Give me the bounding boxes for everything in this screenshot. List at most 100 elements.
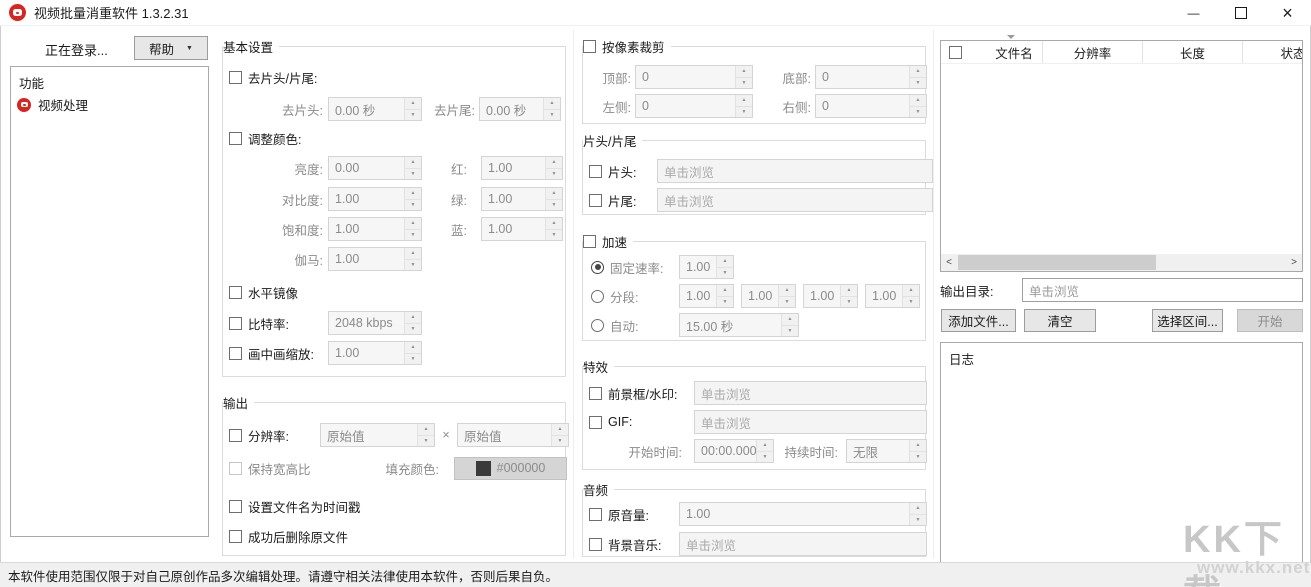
spin-down-icon[interactable]: ▼ <box>405 260 421 271</box>
scroll-right-icon[interactable]: > <box>1286 254 1302 271</box>
spin-up-icon[interactable]: ▲ <box>546 188 562 200</box>
spin-up-icon[interactable]: ▲ <box>717 256 733 268</box>
delete-original-checkbox[interactable] <box>229 530 242 543</box>
gif-browse-field[interactable]: 单击浏览 <box>694 410 927 434</box>
gamma-spinner[interactable]: 1.00▲▼ <box>328 247 422 271</box>
output-dir-input[interactable]: 单击浏览 <box>1022 278 1303 302</box>
gif-duration-spinner[interactable]: 无限▲▼ <box>846 439 927 463</box>
intro-head-browse-field[interactable]: 单击浏览 <box>657 159 933 183</box>
crop-right-spinner[interactable]: 0▲▼ <box>815 94 927 118</box>
spin-down-icon[interactable]: ▼ <box>546 200 562 211</box>
segment-spinner-2[interactable]: 1.00▲▼ <box>741 284 796 308</box>
spin-up-icon[interactable]: ▲ <box>757 440 773 452</box>
spin-up-icon[interactable]: ▲ <box>405 342 421 354</box>
spin-up-icon[interactable]: ▲ <box>903 285 919 297</box>
spin-up-icon[interactable]: ▲ <box>910 440 926 452</box>
segment-spinner-3[interactable]: 1.00▲▼ <box>803 284 858 308</box>
horizontal-scrollbar[interactable]: < > <box>941 254 1302 271</box>
timestamp-checkbox[interactable] <box>229 500 242 513</box>
spin-down-icon[interactable]: ▼ <box>405 169 421 180</box>
spin-down-icon[interactable]: ▼ <box>910 452 926 463</box>
scroll-left-icon[interactable]: < <box>941 254 957 271</box>
gif-start-spinner[interactable]: 00:00.000▲▼ <box>694 439 774 463</box>
clear-button[interactable]: 清空 <box>1024 309 1096 332</box>
watermark-browse-field[interactable]: 单击浏览 <box>694 381 927 405</box>
spin-down-icon[interactable]: ▼ <box>552 436 568 447</box>
bitrate-checkbox[interactable] <box>229 317 242 330</box>
spin-down-icon[interactable]: ▼ <box>903 297 919 308</box>
select-all-checkbox[interactable] <box>949 46 962 59</box>
spin-up-icon[interactable]: ▲ <box>910 503 926 515</box>
spin-up-icon[interactable]: ▲ <box>405 98 421 110</box>
pip-checkbox[interactable] <box>229 347 242 360</box>
spin-down-icon[interactable]: ▼ <box>717 268 733 279</box>
crop-bottom-spinner[interactable]: 0▲▼ <box>815 65 927 89</box>
spin-up-icon[interactable]: ▲ <box>405 312 421 324</box>
spin-down-icon[interactable]: ▼ <box>544 110 560 121</box>
spin-up-icon[interactable]: ▲ <box>546 157 562 169</box>
watermark-checkbox[interactable] <box>589 387 602 400</box>
spin-down-icon[interactable]: ▼ <box>405 110 421 121</box>
spin-down-icon[interactable]: ▼ <box>546 169 562 180</box>
maximize-button[interactable] <box>1217 0 1264 25</box>
bgm-checkbox[interactable] <box>589 538 602 551</box>
spin-down-icon[interactable]: ▼ <box>405 200 421 211</box>
fixed-rate-radio[interactable] <box>591 261 604 274</box>
gif-checkbox[interactable] <box>589 416 602 429</box>
segment-spinner-4[interactable]: 1.00▲▼ <box>865 284 920 308</box>
crop-left-spinner[interactable]: 0▲▼ <box>635 94 753 118</box>
spin-up-icon[interactable]: ▲ <box>910 66 926 78</box>
spin-down-icon[interactable]: ▼ <box>910 107 926 118</box>
spin-down-icon[interactable]: ▼ <box>736 78 752 89</box>
spin-down-icon[interactable]: ▼ <box>405 354 421 365</box>
fill-color-button[interactable]: #000000 <box>454 457 567 480</box>
select-range-button[interactable]: 选择区间... <box>1152 309 1223 332</box>
minimize-button[interactable]: — <box>1170 0 1217 25</box>
blue-spinner[interactable]: 1.00▲▼ <box>481 217 563 241</box>
spin-down-icon[interactable]: ▼ <box>841 297 857 308</box>
pip-spinner[interactable]: 1.00▲▼ <box>328 341 422 365</box>
resolution-width-spinner[interactable]: 原始值▲▼ <box>320 423 435 447</box>
spin-up-icon[interactable]: ▲ <box>546 218 562 230</box>
column-header-resolution[interactable]: 分辨率 <box>1043 41 1143 63</box>
spin-up-icon[interactable]: ▲ <box>779 285 795 297</box>
close-button[interactable]: × <box>1264 0 1311 25</box>
spin-up-icon[interactable]: ▲ <box>552 424 568 436</box>
fixed-rate-spinner[interactable]: 1.00▲▼ <box>679 255 734 279</box>
saturation-spinner[interactable]: 1.00▲▼ <box>328 217 422 241</box>
crop-checkbox[interactable] <box>583 40 596 53</box>
brightness-spinner[interactable]: 0.00▲▼ <box>328 156 422 180</box>
spin-down-icon[interactable]: ▼ <box>779 297 795 308</box>
intro-tail-checkbox[interactable] <box>589 194 602 207</box>
segment-radio[interactable] <box>591 290 604 303</box>
spin-down-icon[interactable]: ▼ <box>757 452 773 463</box>
spin-up-icon[interactable]: ▲ <box>544 98 560 110</box>
add-files-button[interactable]: 添加文件... <box>941 309 1016 332</box>
trim-head-spinner[interactable]: 0.00 秒▲▼ <box>328 97 422 121</box>
column-header-filename[interactable]: 文件名 <box>986 41 1043 63</box>
trim-tail-spinner[interactable]: 0.00 秒▲▼ <box>479 97 561 121</box>
spin-up-icon[interactable]: ▲ <box>418 424 434 436</box>
spin-up-icon[interactable]: ▲ <box>405 157 421 169</box>
spin-up-icon[interactable]: ▲ <box>736 66 752 78</box>
spin-up-icon[interactable]: ▲ <box>717 285 733 297</box>
spin-down-icon[interactable]: ▼ <box>910 78 926 89</box>
speed-checkbox[interactable] <box>583 235 596 248</box>
spin-down-icon[interactable]: ▼ <box>717 297 733 308</box>
spin-down-icon[interactable]: ▼ <box>405 230 421 241</box>
intro-tail-browse-field[interactable]: 单击浏览 <box>657 188 933 212</box>
spin-up-icon[interactable]: ▲ <box>405 188 421 200</box>
spin-up-icon[interactable]: ▲ <box>782 314 798 326</box>
spin-down-icon[interactable]: ▼ <box>405 324 421 335</box>
bgm-browse-field[interactable]: 单击浏览 <box>679 532 927 556</box>
auto-radio[interactable] <box>591 319 604 332</box>
scrollbar-thumb[interactable] <box>958 255 1156 270</box>
spin-up-icon[interactable]: ▲ <box>910 95 926 107</box>
sidebar-item-video-process[interactable]: 视频处理 <box>17 95 88 114</box>
green-spinner[interactable]: 1.00▲▼ <box>481 187 563 211</box>
spin-down-icon[interactable]: ▼ <box>418 436 434 447</box>
resolution-checkbox[interactable] <box>229 429 242 442</box>
red-spinner[interactable]: 1.00▲▼ <box>481 156 563 180</box>
segment-spinner-1[interactable]: 1.00▲▼ <box>679 284 734 308</box>
volume-checkbox[interactable] <box>589 508 602 521</box>
